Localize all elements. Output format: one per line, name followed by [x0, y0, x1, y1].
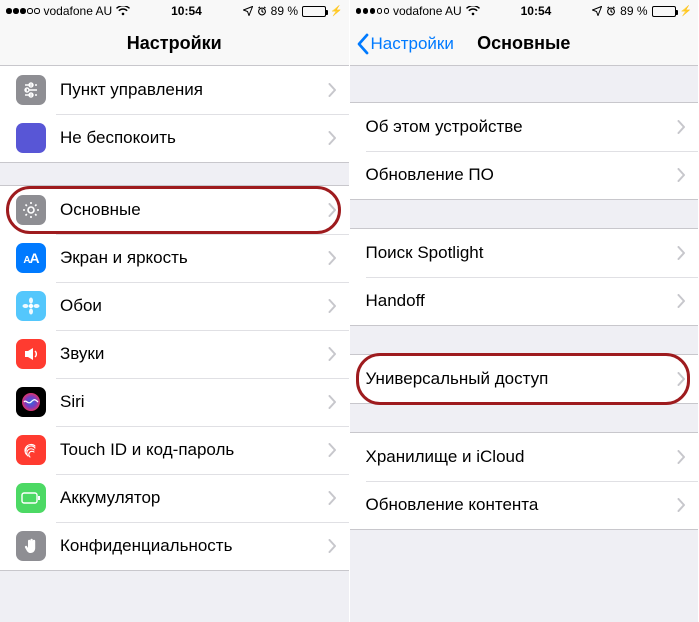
general-row-accessibility[interactable]: Универсальный доступ [350, 355, 699, 403]
phone-left: vodafone AU 10:54 89 % ⚡ Настройки Пункт… [0, 0, 350, 622]
settings-row-dnd[interactable]: Не беспокоить [0, 114, 349, 162]
chevron-right-icon [677, 168, 686, 182]
settings-row-battery[interactable]: Аккумулятор [0, 474, 349, 522]
hand-icon [16, 531, 46, 561]
battery-icon [16, 483, 46, 513]
chevron-right-icon [328, 491, 337, 505]
general-row-refresh[interactable]: Обновление контента [350, 481, 699, 529]
settings-row-display[interactable]: AA Экран и яркость [0, 234, 349, 282]
signal-dots-icon [356, 8, 390, 14]
row-label: Пункт управления [60, 80, 328, 100]
chevron-right-icon [328, 83, 337, 97]
clock-label: 10:54 [521, 4, 552, 18]
chevron-right-icon [677, 450, 686, 464]
fingerprint-icon [16, 435, 46, 465]
chevron-right-icon [677, 498, 686, 512]
battery-icon [652, 6, 676, 17]
moon-icon [16, 123, 46, 153]
alarm-icon [257, 6, 267, 16]
chevron-right-icon [677, 294, 686, 308]
status-bar: vodafone AU 10:54 89 % ⚡ [350, 0, 699, 22]
alarm-icon [606, 6, 616, 16]
row-label: Хранилище и iCloud [366, 447, 678, 467]
flower-icon [16, 291, 46, 321]
settings-row-general[interactable]: Основные [0, 186, 349, 234]
row-label: Конфиденциальность [60, 536, 328, 556]
row-label: Обновление контента [366, 495, 678, 515]
battery-pct-label: 89 % [620, 4, 647, 18]
chevron-right-icon [328, 539, 337, 553]
row-label: Обои [60, 296, 328, 316]
status-bar: vodafone AU 10:54 89 % ⚡ [0, 0, 349, 22]
row-label: Поиск Spotlight [366, 243, 678, 263]
row-label: Handoff [366, 291, 678, 311]
chevron-right-icon [328, 395, 337, 409]
page-title: Основные [477, 33, 570, 54]
carrier-label: vodafone AU [393, 4, 462, 18]
general-row-storage[interactable]: Хранилище и iCloud [350, 433, 699, 481]
charging-icon: ⚡ [680, 6, 692, 17]
chevron-right-icon [328, 203, 337, 217]
siri-icon [16, 387, 46, 417]
battery-pct-label: 89 % [271, 4, 298, 18]
navbar-general: Настройки Основные [350, 22, 699, 66]
settings-row-siri[interactable]: Siri [0, 378, 349, 426]
chevron-right-icon [328, 131, 337, 145]
settings-row-privacy[interactable]: Конфиденциальность [0, 522, 349, 570]
row-label: Не беспокоить [60, 128, 328, 148]
chevron-right-icon [677, 372, 686, 386]
general-row-spotlight[interactable]: Поиск Spotlight [350, 229, 699, 277]
row-label: Аккумулятор [60, 488, 328, 508]
gear-icon [16, 195, 46, 225]
control-center-icon [16, 75, 46, 105]
general-row-handoff[interactable]: Handoff [350, 277, 699, 325]
phone-right: vodafone AU 10:54 89 % ⚡ Настройки Основ… [350, 0, 699, 622]
location-icon [592, 6, 602, 16]
settings-row-control-center[interactable]: Пункт управления [0, 66, 349, 114]
row-label: Обновление ПО [366, 165, 678, 185]
back-label: Настройки [371, 34, 454, 54]
settings-row-sounds[interactable]: Звуки [0, 330, 349, 378]
chevron-right-icon [677, 246, 686, 260]
battery-icon [302, 6, 326, 17]
aa-icon: AA [16, 243, 46, 273]
carrier-label: vodafone AU [44, 4, 113, 18]
chevron-right-icon [328, 347, 337, 361]
row-label: Экран и яркость [60, 248, 328, 268]
chevron-right-icon [677, 120, 686, 134]
signal-dots-icon [6, 8, 40, 14]
row-label: Touch ID и код-пароль [60, 440, 328, 460]
location-icon [243, 6, 253, 16]
row-label: Универсальный доступ [366, 369, 678, 389]
row-label: Звуки [60, 344, 328, 364]
row-label: Об этом устройстве [366, 117, 678, 137]
chevron-right-icon [328, 443, 337, 457]
clock-label: 10:54 [171, 4, 202, 18]
navbar-settings: Настройки [0, 22, 349, 66]
settings-list[interactable]: Пункт управления Не беспокоить Основные AA Э… [0, 66, 349, 622]
chevron-right-icon [328, 299, 337, 313]
general-row-about[interactable]: Об этом устройстве [350, 103, 699, 151]
charging-icon: ⚡ [330, 6, 342, 17]
chevron-right-icon [328, 251, 337, 265]
general-list[interactable]: Об этом устройстве Обновление ПО Поиск Spo… [350, 66, 699, 622]
settings-row-touchid[interactable]: Touch ID и код-пароль [0, 426, 349, 474]
general-row-software-update[interactable]: Обновление ПО [350, 151, 699, 199]
wifi-icon [116, 6, 130, 16]
back-button[interactable]: Настройки [356, 22, 454, 66]
row-label: Основные [60, 200, 328, 220]
speaker-icon [16, 339, 46, 369]
page-title: Настройки [127, 33, 222, 54]
wifi-icon [466, 6, 480, 16]
row-label: Siri [60, 392, 328, 412]
settings-row-wallpaper[interactable]: Обои [0, 282, 349, 330]
